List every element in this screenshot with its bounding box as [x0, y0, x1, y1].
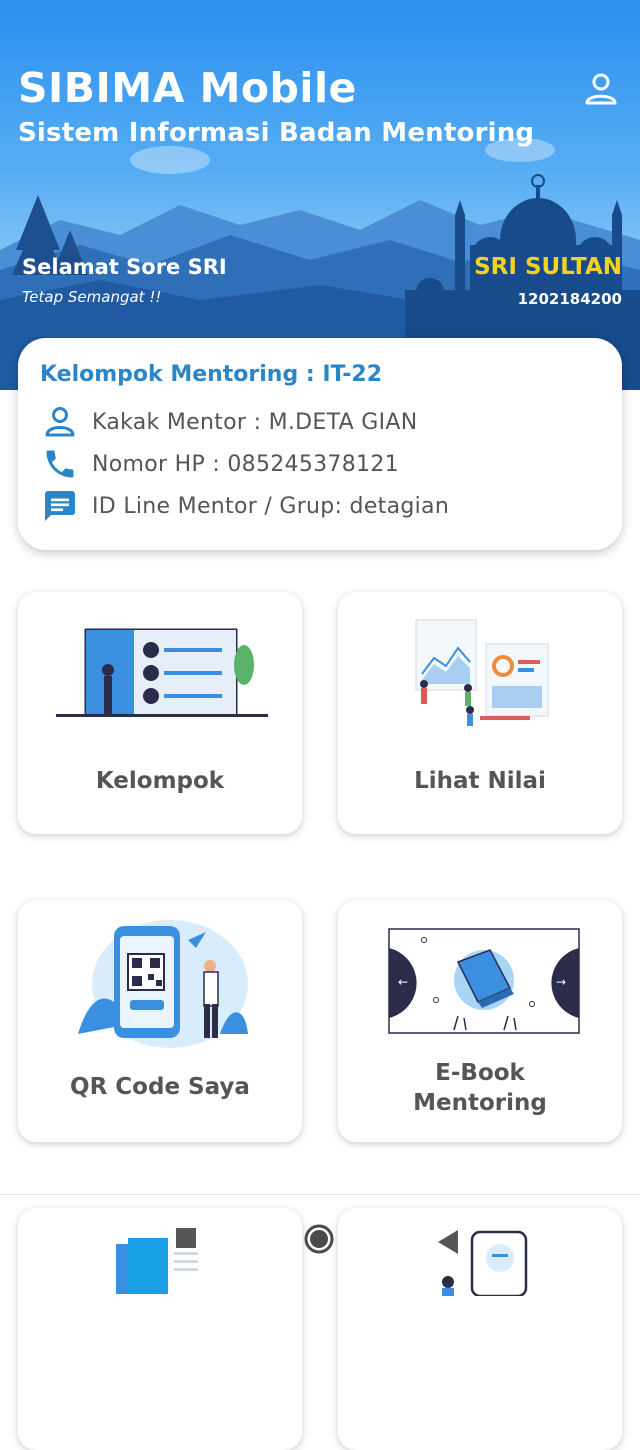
phone-row: Nomor HP : 085245378121	[40, 444, 399, 484]
motivation-text: Tetap Semangat !!	[22, 288, 162, 306]
chat-icon	[40, 486, 80, 526]
lihat-nilai-label: Lihat Nilai	[414, 768, 546, 794]
kelompok-label: Kelompok	[95, 768, 225, 794]
profile-button[interactable]	[582, 70, 620, 108]
header-banner: SIBIMA Mobile Sistem Informasi Badan Men…	[0, 0, 640, 390]
mentoring-group-card: Kelompok Mentoring : IT-22 Kakak Mentor …	[18, 338, 622, 550]
ebook-illustration: ← →	[388, 928, 580, 1034]
grades-chart-illustration	[415, 619, 549, 726]
partial-tile-left[interactable]	[18, 1208, 302, 1450]
user-id: 1202184200	[517, 290, 622, 308]
app-title: SIBIMA Mobile	[18, 64, 357, 112]
greeting-text: Selamat Sore SRI	[22, 255, 227, 279]
user-profile-icon	[585, 73, 617, 105]
partial-tile-right[interactable]	[338, 1208, 622, 1450]
ebook-tile[interactable]: ← → E-Book Mentoring	[338, 900, 622, 1142]
ebook-label-line1: E-Book	[435, 1060, 525, 1086]
mentor-phone: Nomor HP : 085245378121	[92, 451, 399, 477]
mentor-name: Kakak Mentor : M.DETA GIAN	[92, 409, 418, 435]
person-icon	[40, 402, 80, 442]
qr-code-illustration	[78, 920, 248, 1048]
lihat-nilai-tile[interactable]: Lihat Nilai	[338, 592, 622, 834]
home-circle-icon[interactable]	[304, 1224, 334, 1254]
group-title: Kelompok Mentoring : IT-22	[40, 362, 383, 387]
documents-icon	[116, 1228, 198, 1294]
app-subtitle: Sistem Informasi Badan Mentoring	[18, 118, 535, 148]
line-row: ID Line Mentor / Grup: detagian	[40, 486, 449, 526]
svg-text:→: →	[556, 975, 566, 989]
kelompok-tile[interactable]: Kelompok	[18, 592, 302, 834]
qr-code-tile[interactable]: QR Code Saya	[18, 900, 302, 1142]
mentor-row: Kakak Mentor : M.DETA GIAN	[40, 402, 418, 442]
bottom-divider	[0, 1194, 640, 1195]
header-landscape-illustration	[0, 138, 640, 390]
ebook-label-line2: Mentoring	[413, 1090, 547, 1116]
qr-code-label: QR Code Saya	[70, 1074, 250, 1100]
svg-text:←: ←	[398, 975, 408, 989]
phone-icon	[40, 444, 80, 484]
user-name: SRI SULTAN	[474, 254, 622, 280]
phone-app-icon	[438, 1230, 528, 1296]
group-illustration	[56, 628, 268, 717]
mentor-line-id: ID Line Mentor / Grup: detagian	[92, 493, 450, 519]
